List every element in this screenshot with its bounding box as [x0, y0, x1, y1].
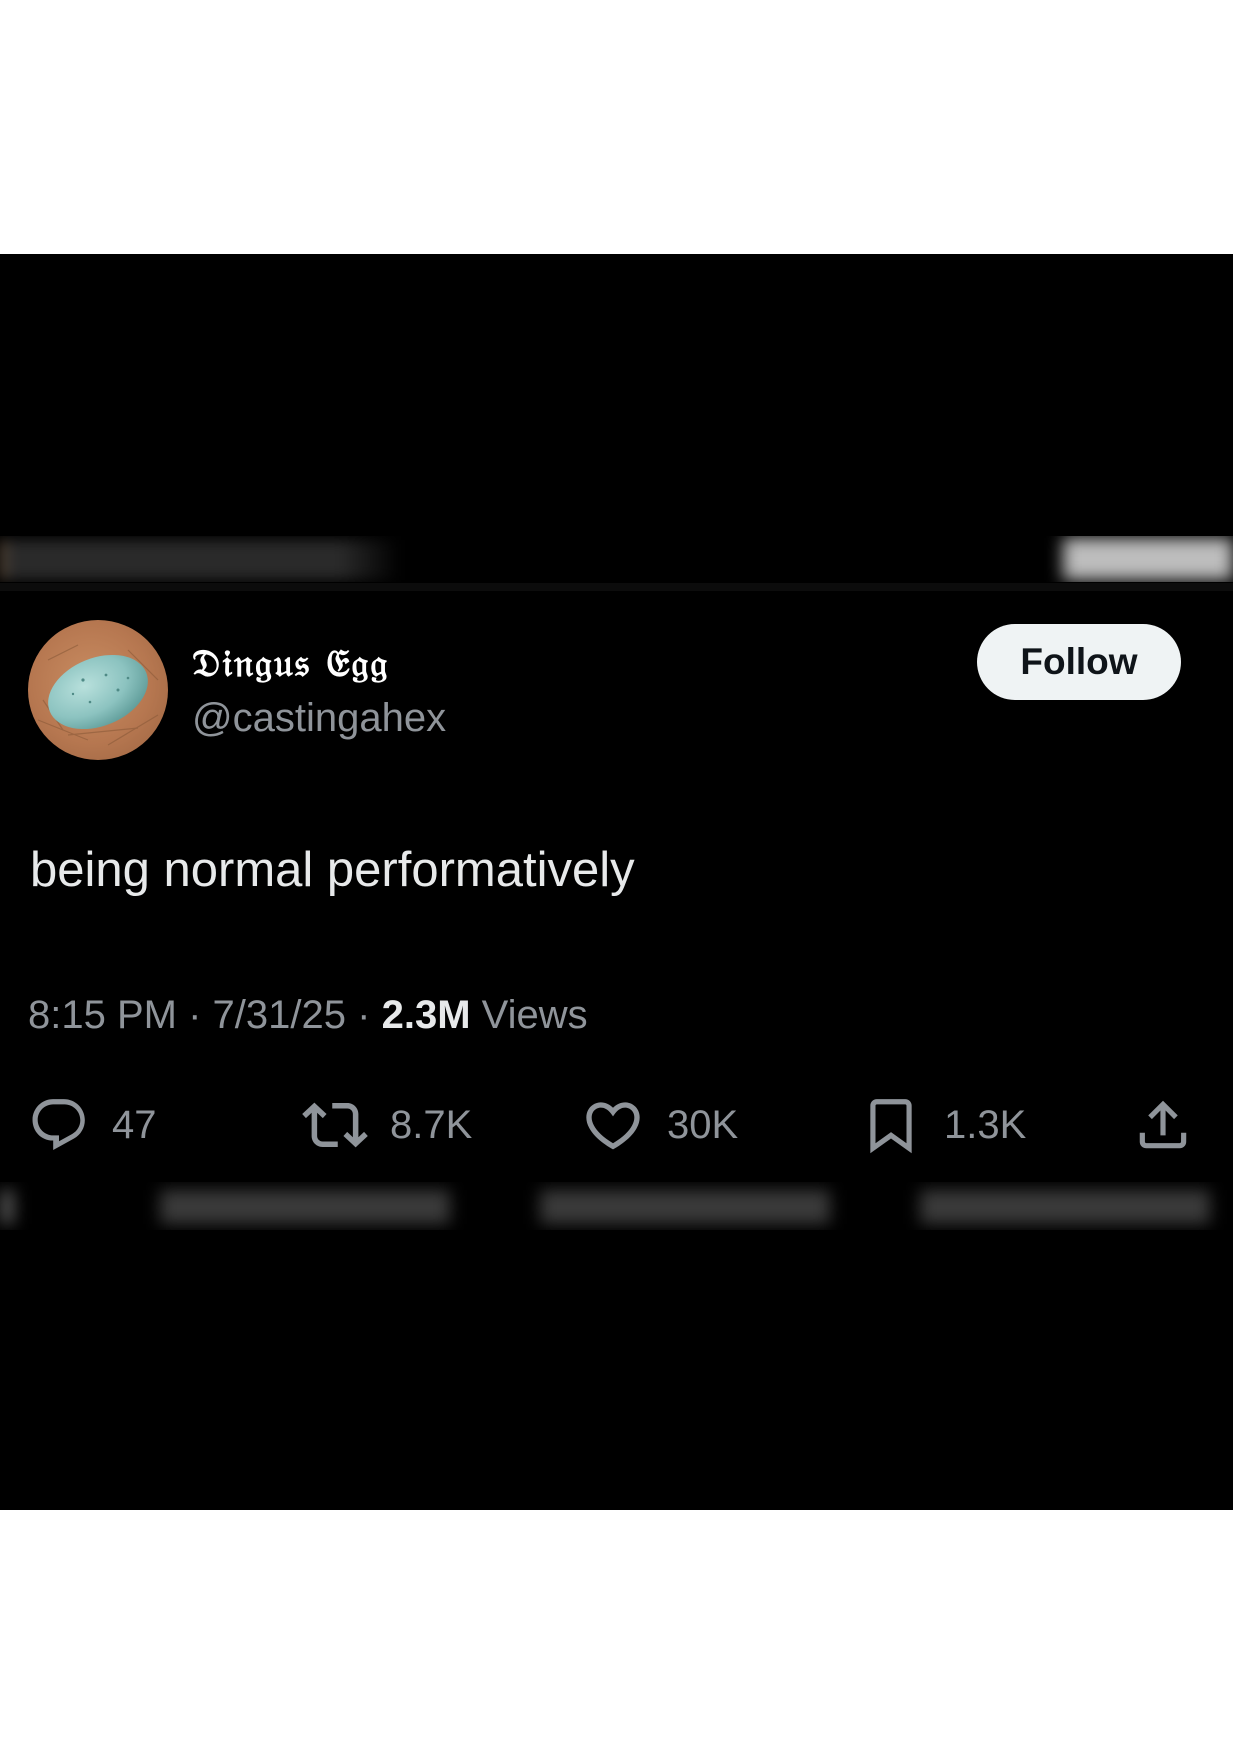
- bookmark-count: 1.3K: [944, 1102, 1027, 1147]
- tweet-time[interactable]: 8:15 PM: [28, 993, 177, 1037]
- reply-count: 47: [112, 1102, 157, 1147]
- separator: ·: [357, 993, 371, 1037]
- reply-icon: [32, 1099, 85, 1151]
- blurred-text: [540, 1190, 830, 1224]
- blurred-text: [920, 1190, 1210, 1224]
- blurred-text: [160, 1190, 450, 1224]
- user-handle[interactable]: @castingahex: [192, 696, 446, 741]
- tweet-date[interactable]: 7/31/25: [213, 993, 346, 1037]
- tweet-text: being normal performatively: [30, 843, 635, 897]
- bookmark-icon: [870, 1099, 912, 1154]
- retweet-icon: [302, 1102, 368, 1148]
- follow-button[interactable]: Follow: [977, 624, 1181, 700]
- blurred-text: [0, 540, 400, 580]
- views-label: Views: [481, 993, 588, 1037]
- retweet-count: 8.7K: [390, 1102, 473, 1147]
- share-button[interactable]: [1132, 1090, 1194, 1160]
- heart-icon: [586, 1102, 640, 1150]
- blurred-button: [1063, 538, 1233, 580]
- tweet-meta: 8:15 PM · 7/31/25 · 2.3M Views: [28, 993, 588, 1038]
- divider: [0, 583, 1233, 591]
- separator: ·: [188, 993, 202, 1037]
- share-icon: [1139, 1100, 1187, 1149]
- like-count: 30K: [667, 1102, 739, 1147]
- views-count: 2.3M: [381, 993, 471, 1037]
- blurred-edge: [0, 1190, 14, 1224]
- display-name[interactable]: 𝔇𝔦𝔫𝔤𝔲𝔰 𝔈𝔤𝔤: [192, 640, 389, 686]
- avatar[interactable]: [28, 620, 168, 760]
- like-button[interactable]: 30K: [581, 1090, 738, 1160]
- blurred-next-content: [0, 1182, 1233, 1230]
- egg-avatar-icon: [37, 644, 159, 746]
- bookmark-button[interactable]: 1.3K: [860, 1090, 1026, 1160]
- blurred-previous-content: [0, 536, 1233, 582]
- retweet-button[interactable]: 8.7K: [302, 1090, 472, 1160]
- action-bar: 47 8.7K 30K 1.3K: [0, 1090, 1233, 1160]
- reply-button[interactable]: 47: [28, 1090, 157, 1160]
